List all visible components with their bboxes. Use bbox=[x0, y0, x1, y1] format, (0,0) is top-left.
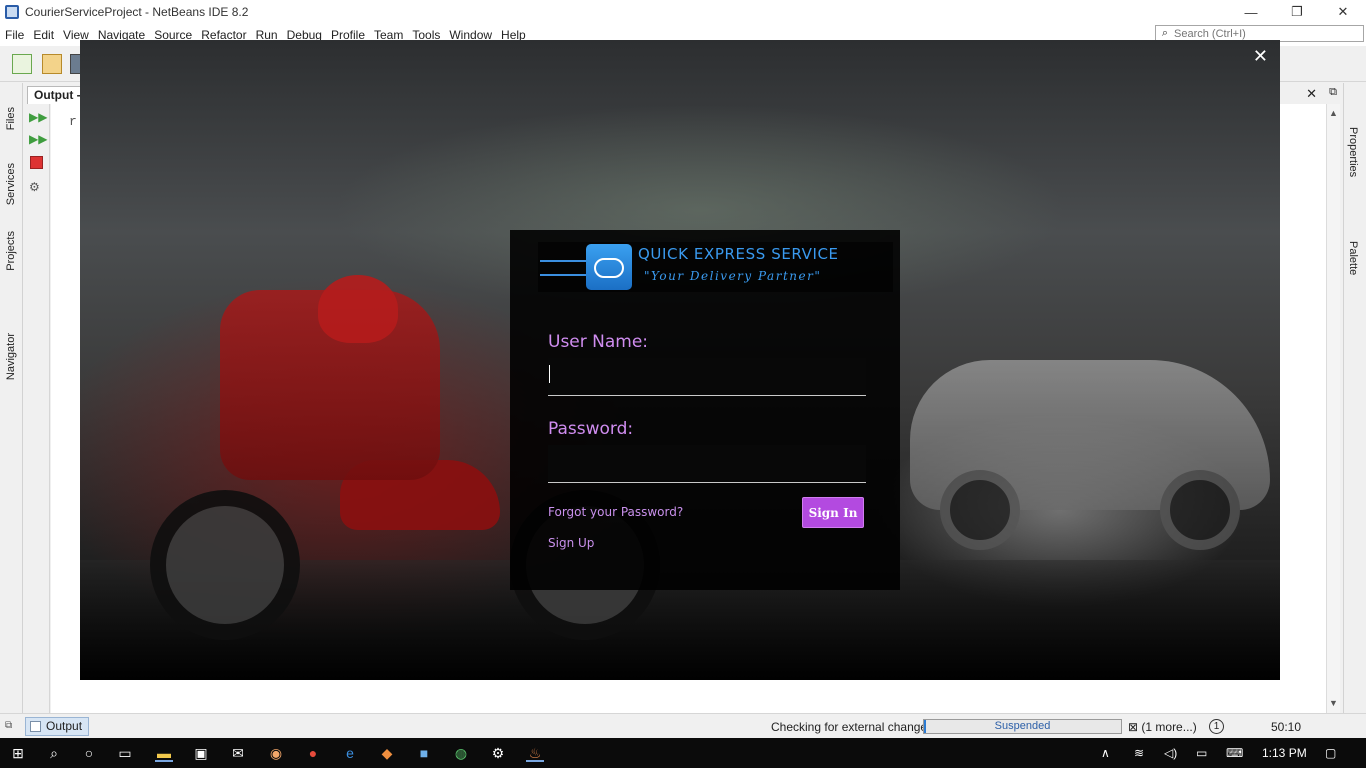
notifications-icon[interactable]: ▢ bbox=[1325, 746, 1336, 760]
settings-taskbar-icon[interactable]: ⚙ bbox=[489, 744, 507, 762]
menu-file[interactable]: File bbox=[4, 28, 29, 42]
start-icon[interactable]: ⊞ bbox=[9, 744, 27, 762]
output-scrollbar[interactable]: ▲ ▼ bbox=[1326, 104, 1340, 713]
rerun-with-options-icon[interactable]: ▶▶ bbox=[29, 132, 47, 146]
password-input[interactable] bbox=[548, 445, 866, 483]
username-input[interactable] bbox=[548, 358, 866, 396]
taskbar: ⊞ ⌕ ○ ▭ ▬ ▣ ✉ ◉ ● e ◆ ■ ◍ ⚙ ♨ ∧ ≋ ◁) ▭ ⌨… bbox=[0, 738, 1366, 768]
new-project-button[interactable] bbox=[42, 54, 62, 74]
battery-icon[interactable]: ▭ bbox=[1196, 746, 1207, 760]
whatsapp-icon[interactable]: ◍ bbox=[452, 744, 470, 762]
menu-edit[interactable]: Edit bbox=[32, 28, 59, 42]
login-card: QUICK EXPRESS SERVICE "Your Delivery Par… bbox=[510, 230, 900, 590]
keyboard-icon[interactable]: ⌨ bbox=[1226, 746, 1243, 760]
progress-bar[interactable]: Suspended bbox=[923, 719, 1122, 734]
output-restore-icon[interactable]: ⧉ bbox=[1329, 86, 1337, 99]
close-button[interactable]: ✕ bbox=[1320, 0, 1366, 24]
left-side-strip: Files Services Projects Navigator bbox=[0, 83, 23, 713]
speed-lines-icon bbox=[540, 260, 588, 276]
background-photo-helmet bbox=[318, 275, 398, 343]
tab-services-label: Services bbox=[5, 163, 17, 206]
status-message: Checking for external changes bbox=[771, 720, 934, 734]
restore-button[interactable]: ❐ bbox=[1274, 0, 1320, 24]
chrome-icon[interactable]: ● bbox=[304, 744, 322, 762]
java-icon[interactable]: ♨ bbox=[526, 744, 544, 762]
output-tab[interactable]: Output - bbox=[27, 86, 88, 104]
more-tasks-label: (1 more...) bbox=[1141, 720, 1197, 734]
sign-up-link[interactable]: Sign Up bbox=[548, 536, 594, 550]
search-input[interactable] bbox=[1174, 27, 1354, 40]
notification-badge[interactable]: 1 bbox=[1209, 719, 1224, 734]
rerun-icon[interactable]: ▶▶ bbox=[29, 110, 47, 124]
git-icon[interactable]: ◆ bbox=[378, 744, 396, 762]
edge-icon[interactable]: e bbox=[341, 744, 359, 762]
text-caret bbox=[549, 365, 550, 383]
delivery-scooter-icon bbox=[586, 244, 632, 290]
brand-tagline: "Your Delivery Partner" bbox=[644, 269, 822, 283]
output-close-icon[interactable]: ✕ bbox=[1306, 86, 1317, 102]
settings-icon[interactable]: ⚙ bbox=[29, 180, 43, 194]
output-window-icon bbox=[30, 721, 41, 732]
netbeans-icon bbox=[5, 5, 19, 19]
status-bar: ⧉ Output Checking for external changes S… bbox=[0, 713, 1366, 738]
output-minimized-button[interactable]: Output bbox=[25, 717, 90, 736]
show-hidden-icons-icon[interactable]: ∧ bbox=[1101, 746, 1110, 760]
title-bar: CourierServiceProject - NetBeans IDE 8.2… bbox=[0, 0, 1366, 24]
tab-projects[interactable]: Projects bbox=[2, 231, 20, 271]
stop-icon[interactable] bbox=[30, 156, 43, 169]
minimize-button[interactable]: — bbox=[1228, 0, 1274, 24]
car-wheel bbox=[1160, 470, 1240, 550]
tab-palette[interactable]: Palette bbox=[1347, 241, 1359, 275]
new-file-button[interactable] bbox=[12, 54, 32, 74]
tab-files[interactable]: Files bbox=[2, 107, 20, 130]
tab-services[interactable]: Services bbox=[2, 163, 20, 205]
more-tasks-link[interactable]: ⊠ (1 more...) bbox=[1128, 720, 1197, 734]
sign-in-button[interactable]: Sign In bbox=[802, 497, 864, 528]
store-icon[interactable]: ▣ bbox=[192, 744, 210, 762]
login-close-button[interactable]: ✕ bbox=[1253, 46, 1268, 67]
mail-icon[interactable]: ✉ bbox=[229, 744, 247, 762]
forgot-password-link[interactable]: Forgot your Password? bbox=[548, 505, 683, 519]
output-gutter: ▶▶ ▶▶ ⚙ bbox=[23, 104, 50, 713]
window-title: CourierServiceProject - NetBeans IDE 8.2 bbox=[25, 5, 249, 19]
wifi-icon[interactable]: ≋ bbox=[1134, 746, 1144, 760]
username-label: User Name: bbox=[548, 332, 649, 352]
scroll-down-icon[interactable]: ▼ bbox=[1329, 698, 1338, 708]
tab-projects-label: Projects bbox=[5, 231, 17, 271]
output-button-label: Output bbox=[46, 719, 83, 733]
restore-window-icon[interactable]: ⧉ bbox=[5, 720, 12, 731]
volume-icon[interactable]: ◁) bbox=[1164, 746, 1177, 760]
progress-label: Suspended bbox=[994, 720, 1051, 732]
brand-name: QUICK EXPRESS SERVICE bbox=[638, 245, 839, 263]
paint-icon[interactable]: ◉ bbox=[267, 744, 285, 762]
password-label: Password: bbox=[548, 419, 634, 439]
file-explorer-icon[interactable]: ▬ bbox=[155, 744, 173, 762]
clock[interactable]: 1:13 PM bbox=[1262, 746, 1307, 760]
caret-position: 50:10 bbox=[1271, 720, 1302, 734]
cortana-icon[interactable]: ○ bbox=[80, 744, 98, 762]
output-text: r bbox=[69, 114, 77, 129]
virtualbox-icon[interactable]: ■ bbox=[415, 744, 433, 762]
tab-navigator[interactable]: Navigator bbox=[2, 333, 20, 380]
brand-logo: QUICK EXPRESS SERVICE "Your Delivery Par… bbox=[538, 242, 893, 292]
car-wheel bbox=[940, 470, 1020, 550]
bike-wheel bbox=[150, 490, 300, 640]
login-window: ✕ QUICK EXPRESS SERVICE "Your Delivery P… bbox=[80, 40, 1280, 680]
search-taskbar-icon[interactable]: ⌕ bbox=[45, 744, 63, 762]
right-side-strip: Properties Palette bbox=[1343, 83, 1366, 713]
scroll-up-icon[interactable]: ▲ bbox=[1329, 108, 1338, 118]
search-icon[interactable]: ⌕ bbox=[1156, 27, 1174, 40]
window-controls: — ❐ ✕ bbox=[1228, 0, 1366, 24]
tab-properties[interactable]: Properties bbox=[1347, 127, 1359, 177]
background-photo-car bbox=[910, 360, 1270, 550]
tab-files-label: Files bbox=[5, 107, 17, 131]
tab-navigator-label: Navigator bbox=[5, 333, 17, 381]
task-view-icon[interactable]: ▭ bbox=[116, 744, 134, 762]
